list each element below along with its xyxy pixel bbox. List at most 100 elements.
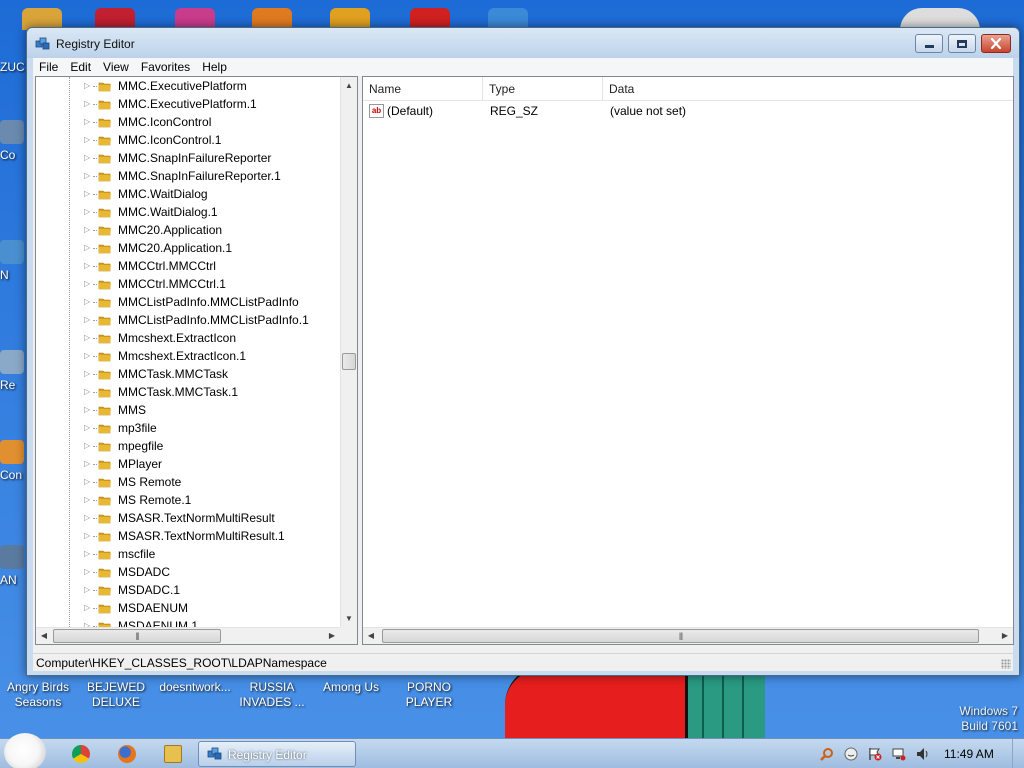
expand-arrow-icon[interactable]: ▷ — [84, 617, 92, 627]
menu-favorites[interactable]: Favorites — [135, 58, 196, 76]
values-hscroll-thumb[interactable]: ||| — [382, 629, 979, 643]
expand-arrow-icon[interactable]: ▷ — [84, 491, 92, 509]
tree-vscroll-thumb[interactable] — [342, 353, 356, 370]
tree-item[interactable]: ▷ Mmcshext.ExtractIcon — [36, 329, 340, 347]
title-bar[interactable]: Registry Editor — [27, 28, 1019, 58]
tree-hscroll-thumb[interactable]: ||| — [53, 629, 221, 643]
menu-file[interactable]: File — [33, 58, 64, 76]
desktop-icon-left-6[interactable]: AN — [0, 545, 28, 587]
expand-arrow-icon[interactable]: ▷ — [84, 329, 92, 347]
desktop-icon-porno-player[interactable]: PORNO PLAYER — [384, 680, 474, 710]
expand-arrow-icon[interactable]: ▷ — [84, 563, 92, 581]
tree-item[interactable]: ▷ MSDADC — [36, 563, 340, 581]
expand-arrow-icon[interactable]: ▷ — [84, 527, 92, 545]
menu-view[interactable]: View — [97, 58, 135, 76]
expand-arrow-icon[interactable]: ▷ — [84, 185, 92, 203]
tree-item[interactable]: ▷ MSASR.TextNormMultiResult.1 — [36, 527, 340, 545]
start-button[interactable] — [4, 733, 46, 768]
tree-item[interactable]: ▷ MMC20.Application — [36, 221, 340, 239]
expand-arrow-icon[interactable]: ▷ — [84, 581, 92, 599]
column-header-data[interactable]: Data — [603, 77, 1013, 101]
expand-arrow-icon[interactable]: ▷ — [84, 257, 92, 275]
registry-key-tree[interactable]: ▷ MMC.ExecutivePlatform ▷ MMC.ExecutivePlat… — [36, 77, 340, 627]
expand-arrow-icon[interactable]: ▷ — [84, 347, 92, 365]
expand-arrow-icon[interactable]: ▷ — [84, 437, 92, 455]
tree-horizontal-scrollbar[interactable]: ◀ ||| ▶ — [36, 627, 340, 644]
expand-arrow-icon[interactable]: ▷ — [84, 131, 92, 149]
tree-item[interactable]: ▷ MMC.IconControl.1 — [36, 131, 340, 149]
tree-item[interactable]: ▷ MMCCtrl.MMCCtrl.1 — [36, 275, 340, 293]
expand-arrow-icon[interactable]: ▷ — [84, 365, 92, 383]
taskbar-firefox-button[interactable] — [104, 741, 150, 767]
desktop-icon-left-2[interactable]: Co — [0, 120, 28, 162]
list-item[interactable]: ab (Default) REG_SZ (value not set) — [363, 102, 1013, 120]
tree-item[interactable]: ▷ MSDAENUM.1 — [36, 617, 340, 627]
expand-arrow-icon[interactable]: ▷ — [84, 599, 92, 617]
expand-arrow-icon[interactable]: ▷ — [84, 419, 92, 437]
maximize-button[interactable] — [948, 34, 976, 53]
tree-item[interactable]: ▷ MS Remote — [36, 473, 340, 491]
smiley-tray-icon[interactable] — [844, 747, 858, 761]
tree-item[interactable]: ▷ MMCListPadInfo.MMCListPadInfo — [36, 293, 340, 311]
tree-item[interactable]: ▷ mscfile — [36, 545, 340, 563]
scroll-right-arrow-icon[interactable]: ▶ — [324, 628, 340, 644]
column-header-name[interactable]: Name — [363, 77, 483, 101]
expand-arrow-icon[interactable]: ▷ — [84, 113, 92, 131]
taskbar-explorer-button[interactable] — [150, 741, 196, 767]
expand-arrow-icon[interactable]: ▷ — [84, 293, 92, 311]
tree-item[interactable]: ▷ Mmcshext.ExtractIcon.1 — [36, 347, 340, 365]
values-horizontal-scrollbar[interactable]: ◀ ||| ▶ — [363, 627, 1013, 644]
close-button[interactable] — [981, 34, 1011, 53]
tree-item[interactable]: ▷ MSDAENUM — [36, 599, 340, 617]
desktop-icon-among-us[interactable]: Among Us — [306, 680, 396, 695]
desktop-icon-left-3[interactable]: N — [0, 240, 28, 282]
expand-arrow-icon[interactable]: ▷ — [84, 239, 92, 257]
expand-arrow-icon[interactable]: ▷ — [84, 203, 92, 221]
tree-item[interactable]: ▷ MMC.ExecutivePlatform.1 — [36, 95, 340, 113]
scroll-left-arrow-icon[interactable]: ◀ — [363, 628, 379, 644]
tree-item[interactable]: ▷ mpegfile — [36, 437, 340, 455]
menu-help[interactable]: Help — [196, 58, 233, 76]
tree-item[interactable]: ▷ MMS — [36, 401, 340, 419]
tree-item[interactable]: ▷ MSASR.TextNormMultiResult — [36, 509, 340, 527]
expand-arrow-icon[interactable]: ▷ — [84, 509, 92, 527]
tree-item[interactable]: ▷ MS Remote.1 — [36, 491, 340, 509]
expand-arrow-icon[interactable]: ▷ — [84, 311, 92, 329]
tree-item[interactable]: ▷ MMC.IconControl — [36, 113, 340, 131]
scroll-down-arrow-icon[interactable]: ▼ — [341, 610, 357, 627]
expand-arrow-icon[interactable]: ▷ — [84, 95, 92, 113]
tree-item[interactable]: ▷ MMC.ExecutivePlatform — [36, 77, 340, 95]
tree-item[interactable]: ▷ MMC.WaitDialog.1 — [36, 203, 340, 221]
minimize-button[interactable] — [915, 34, 943, 53]
desktop-icon-left-5[interactable]: Con — [0, 440, 28, 482]
tree-item[interactable]: ▷ MMCTask.MMCTask.1 — [36, 383, 340, 401]
desktop-icon-left-1[interactable]: ZUC — [0, 60, 28, 74]
taskbar-registry-editor-button[interactable]: Registry Editor — [198, 741, 356, 767]
show-desktop-button[interactable] — [1012, 739, 1024, 768]
menu-edit[interactable]: Edit — [64, 58, 97, 76]
expand-arrow-icon[interactable]: ▷ — [84, 167, 92, 185]
expand-arrow-icon[interactable]: ▷ — [84, 149, 92, 167]
tree-item[interactable]: ▷ MPlayer — [36, 455, 340, 473]
scroll-left-arrow-icon[interactable]: ◀ — [36, 628, 52, 644]
scroll-right-arrow-icon[interactable]: ▶ — [997, 628, 1013, 644]
tree-item[interactable]: ▷ MMCTask.MMCTask — [36, 365, 340, 383]
expand-arrow-icon[interactable]: ▷ — [84, 383, 92, 401]
taskbar-clock[interactable]: 11:49 AM — [944, 747, 994, 761]
network-icon[interactable] — [892, 747, 906, 761]
tree-item[interactable]: ▷ mp3file — [36, 419, 340, 437]
desktop-icon-left-4[interactable]: Re — [0, 350, 28, 392]
action-center-icon[interactable] — [868, 747, 882, 761]
tree-item[interactable]: ▷ MMCListPadInfo.MMCListPadInfo.1 — [36, 311, 340, 329]
tree-item[interactable]: ▷ MMC20.Application.1 — [36, 239, 340, 257]
tree-item[interactable]: ▷ MMC.SnapInFailureReporter — [36, 149, 340, 167]
registry-values-pane[interactable]: Name Type Data ab (Default) REG_SZ (valu… — [362, 76, 1014, 645]
resize-grip-icon[interactable] — [1001, 659, 1011, 669]
expand-arrow-icon[interactable]: ▷ — [84, 473, 92, 491]
tree-item[interactable]: ▷ MMCCtrl.MMCCtrl — [36, 257, 340, 275]
tree-item[interactable]: ▷ MMC.SnapInFailureReporter.1 — [36, 167, 340, 185]
expand-arrow-icon[interactable]: ▷ — [84, 77, 92, 95]
desktop-icon-bejeweled[interactable]: BEJEWED DELUXE — [71, 680, 161, 710]
expand-arrow-icon[interactable]: ▷ — [84, 275, 92, 293]
expand-arrow-icon[interactable]: ▷ — [84, 401, 92, 419]
